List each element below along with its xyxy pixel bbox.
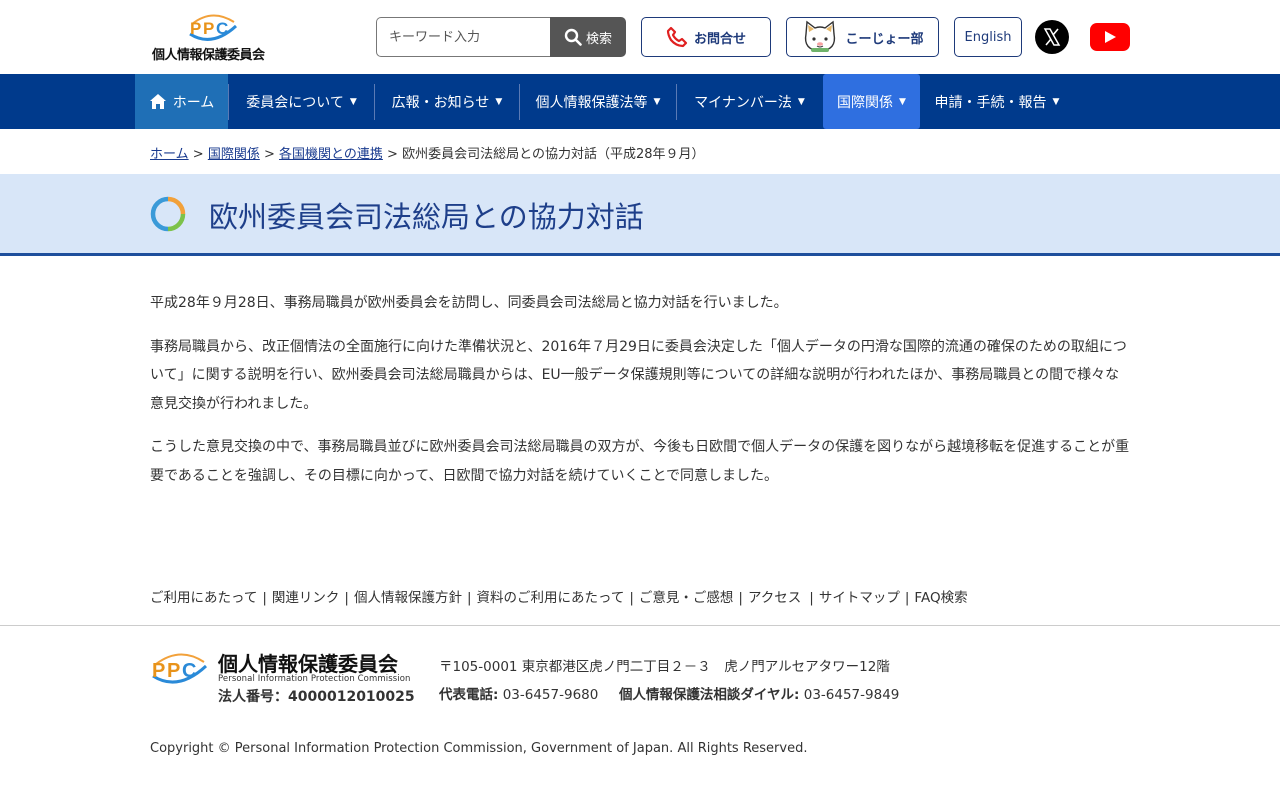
- dropdown-arrow-icon: ▼: [1052, 96, 1060, 107]
- nav-item-privacy-law[interactable]: 個人情報保護法等 ▼: [520, 74, 676, 129]
- dropdown-arrow-icon: ▼: [653, 96, 661, 107]
- ppc-logo-icon: P P C: [189, 14, 238, 41]
- content-paragraph: 事務局職員から、改正個情法の全面施行に向けた準備状況と、2016年７月29日に委…: [150, 338, 1127, 412]
- footer-link-feedback[interactable]: ご意見・ご感想: [639, 590, 734, 606]
- x-twitter-icon: [1043, 28, 1061, 46]
- footer-logo-english: Personal Information Protection Commissi…: [218, 674, 411, 684]
- tel-value: 03-6457-9680: [502, 687, 599, 703]
- nav-item-international[interactable]: 国際関係 ▼: [823, 74, 920, 129]
- footer-link-separator: |: [904, 590, 910, 606]
- svg-text:C: C: [182, 660, 196, 682]
- copyright: Copyright © Personal Information Protect…: [150, 741, 808, 756]
- footer-link-sitemap[interactable]: サイトマップ: [819, 590, 900, 606]
- search-button-label: 検索: [585, 31, 612, 47]
- footer-phone: 代表電話: 03-6457-9680 個人情報保護法相談ダイヤル: 03-645…: [439, 683, 899, 703]
- footer-logo: P P C 個人情報保護委員会 Personal Information Pro…: [150, 648, 422, 708]
- youtube-link[interactable]: [1090, 23, 1130, 51]
- nav-item-label: マイナンバー法: [694, 94, 792, 111]
- footer-link-privacy-policy[interactable]: 個人情報保護方針: [354, 590, 462, 606]
- nav-item-label: ホーム: [172, 94, 215, 111]
- koujoubu-button[interactable]: こーじょー部: [786, 17, 939, 57]
- footer-links: ご利用にあたって | 関連リンク | 個人情報保護方針 | 資料のご利用にあたって | ご意見・…: [150, 586, 968, 606]
- x-twitter-link[interactable]: [1035, 20, 1069, 54]
- site-logo[interactable]: P P C 個人情報保護委員会: [152, 12, 274, 63]
- breadcrumb-link-international[interactable]: 国際関係: [208, 147, 260, 162]
- footer-link-access[interactable]: アクセス: [748, 590, 801, 606]
- search-icon: [564, 28, 582, 46]
- svg-text:P: P: [152, 660, 165, 682]
- corporate-number: 法人番号：4000012010025: [218, 689, 415, 705]
- footer-link-separator: |: [809, 590, 814, 606]
- contact-button[interactable]: お問合せ: [641, 17, 771, 57]
- dial-value: 03-6457-9849: [803, 687, 900, 703]
- search-form: 検索: [376, 17, 626, 57]
- contact-button-label: お問合せ: [693, 31, 746, 47]
- nav-item-committee[interactable]: 委員会について ▼: [229, 74, 374, 129]
- cat-mascot-icon: [805, 20, 836, 52]
- tel-label: 代表電話:: [439, 687, 499, 703]
- content-paragraph: こうした意見交換の中で、事務局職員並びに欧州委員会司法総局職員の双方が、今後も日…: [150, 439, 1130, 484]
- dropdown-arrow-icon: ▼: [797, 96, 805, 107]
- page-title: 欧州委員会司法総局との協力対話: [209, 200, 644, 234]
- breadcrumb-separator: >: [192, 147, 204, 162]
- dropdown-arrow-icon: ▼: [899, 96, 906, 107]
- footer-logo-title: 個人情報保護委員会: [218, 652, 398, 676]
- youtube-icon: [1105, 31, 1116, 43]
- dropdown-arrow-icon: ▼: [495, 96, 503, 107]
- footer-divider: [0, 625, 1280, 626]
- footer-address: 〒105-0001 東京都港区虎ノ門二丁目２－３ 虎ノ門アルセアタワー12階: [439, 659, 890, 675]
- footer-link-faq[interactable]: FAQ検索: [914, 590, 967, 606]
- footer-link-separator: |: [738, 590, 743, 606]
- search-input[interactable]: [376, 17, 550, 57]
- main-content: 平成28年９月28日、事務局職員が欧州委員会を訪問し、同委員会司法総局と協力対話…: [150, 289, 1130, 505]
- breadcrumb-current: 欧州委員会司法総局との協力対話（平成28年９月）: [402, 147, 705, 162]
- footer-link-separator: |: [344, 590, 349, 606]
- footer-link-related[interactable]: 関連リンク: [272, 590, 340, 606]
- footer-link-separator: |: [466, 590, 472, 606]
- nav-item-label: 委員会について: [246, 94, 344, 111]
- nav-item-mynumber[interactable]: マイナンバー法 ▼: [677, 74, 822, 129]
- site-logo-text: 個人情報保護委員会: [152, 48, 265, 63]
- nav-item-applications[interactable]: 申請・手続・報告 ▼: [921, 74, 1073, 129]
- nav-item-news[interactable]: 広報・お知らせ ▼: [375, 74, 519, 129]
- search-button[interactable]: 検索: [550, 17, 626, 57]
- dropdown-arrow-icon: ▼: [349, 96, 357, 107]
- dial-label: 個人情報保護法相談ダイヤル:: [618, 687, 800, 703]
- footer-link-terms[interactable]: ご利用にあたって: [150, 590, 257, 606]
- svg-text:P: P: [190, 19, 201, 38]
- breadcrumb-separator: >: [263, 147, 275, 162]
- footer-link-separator: |: [262, 590, 267, 606]
- footer-link-separator: |: [629, 590, 634, 606]
- svg-text:P: P: [167, 660, 180, 682]
- site-header: P P C 個人情報保護委員会 検索 お問合せ: [0, 0, 1280, 74]
- breadcrumb-link-cooperation[interactable]: 各国機関との連携: [279, 147, 383, 162]
- english-button[interactable]: English: [954, 17, 1022, 57]
- content-paragraph: 平成28年９月28日、事務局職員が欧州委員会を訪問し、同委員会司法総局と協力対話…: [150, 295, 788, 311]
- phone-icon: [666, 26, 688, 48]
- home-icon: [149, 94, 166, 109]
- nav-item-label: 広報・お知らせ: [391, 94, 490, 111]
- nav-item-label: 国際関係: [837, 94, 894, 111]
- breadcrumb: ホーム > 国際関係 > 各国機関との連携 > 欧州委員会司法総局との協力対話（…: [150, 143, 705, 162]
- footer-link-materials[interactable]: 資料のご利用にあたって: [477, 590, 625, 606]
- breadcrumb-link-home[interactable]: ホーム: [150, 147, 189, 162]
- nav-item-label: 申請・手続・報告: [934, 94, 1047, 111]
- global-nav: ホーム 委員会について ▼ 広報・お知らせ ▼ 個人情報保護法等 ▼ マイナンバ…: [0, 74, 1280, 129]
- koujoubu-button-label: こーじょー部: [845, 31, 924, 47]
- breadcrumb-separator: >: [387, 147, 398, 162]
- page-title-band: 欧州委員会司法総局との協力対話: [0, 174, 1280, 256]
- nav-item-label: 個人情報保護法等: [535, 94, 648, 111]
- ring-icon: [150, 196, 186, 232]
- ppc-logo-icon: P P C: [152, 653, 208, 684]
- svg-text:C: C: [216, 19, 228, 38]
- nav-item-home[interactable]: ホーム: [135, 74, 228, 129]
- svg-text:P: P: [203, 19, 214, 38]
